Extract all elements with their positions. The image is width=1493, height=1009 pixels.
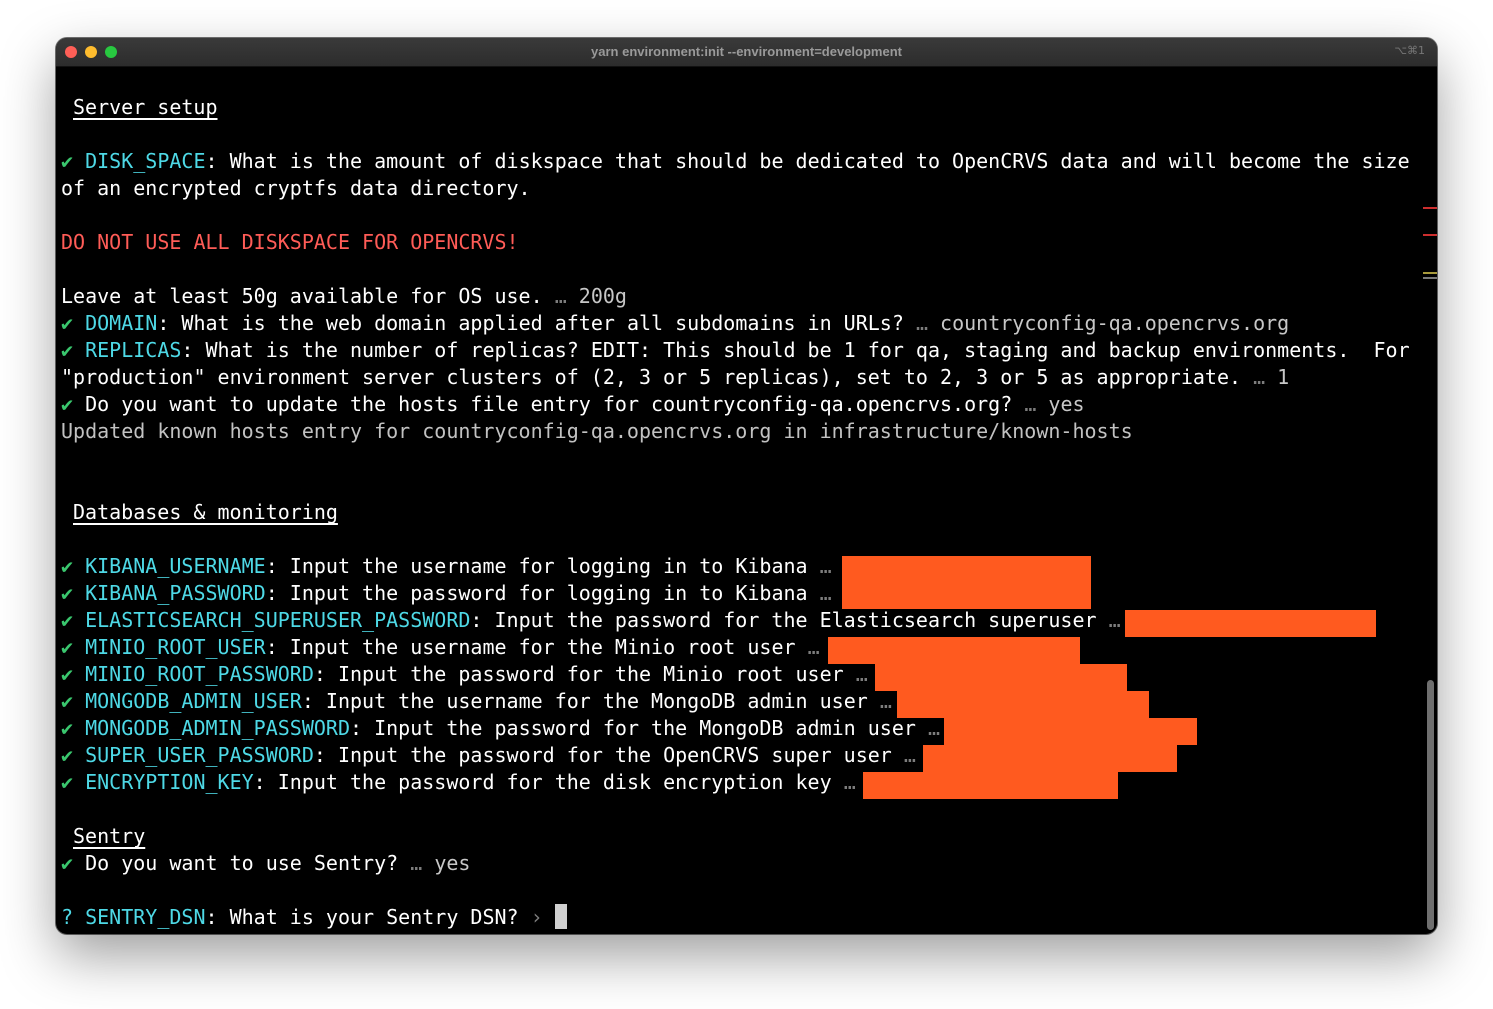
redacted-value	[863, 772, 1118, 799]
prompt-line-hosts: ✔ Do you want to update the hosts file e…	[61, 392, 1085, 416]
prompt-line-super-user-password: ✔ SUPER_USER_PASSWORD: Input the passwor…	[61, 743, 916, 767]
prompt-line-disk-space: ✔ DISK_SPACE: What is the amount of disk…	[61, 149, 1410, 173]
redacted-value	[923, 745, 1177, 772]
ellipsis: …	[1024, 392, 1037, 416]
hosts-answer: yes	[1048, 392, 1085, 416]
sentry-answer: yes	[434, 851, 471, 875]
section-heading-sentry: Sentry	[73, 824, 146, 848]
hosts-updated-message: Updated known hosts entry for countrycon…	[61, 419, 1133, 443]
ellipsis: …	[1108, 608, 1121, 632]
scroll-marker	[1423, 272, 1437, 274]
prompt-line-kibana-password: ✔ KIBANA_PASSWORD: Input the password fo…	[61, 581, 832, 605]
window-shortcut: ⌥⌘1	[1394, 44, 1425, 57]
check-icon: ✔	[61, 581, 74, 605]
redacted-value	[897, 691, 1149, 718]
scroll-marker	[1423, 234, 1437, 236]
scroll-marker	[1423, 207, 1437, 209]
text-cursor[interactable]	[554, 904, 567, 929]
check-icon: ✔	[61, 392, 74, 416]
prompt-line-replicas: ✔ REPLICAS: What is the number of replic…	[61, 338, 1410, 362]
prompt-line-mongodb-admin-user: ✔ MONGODB_ADMIN_USER: Input the username…	[61, 689, 892, 713]
check-icon: ✔	[61, 851, 74, 875]
check-icon: ✔	[61, 338, 74, 362]
prompt-line-mongodb-admin-password: ✔ MONGODB_ADMIN_PASSWORD: Input the pass…	[61, 716, 941, 740]
redacted-value	[1125, 610, 1376, 637]
check-icon: ✔	[61, 716, 74, 740]
ellipsis: …	[554, 284, 567, 308]
window-title: yarn environment:init --environment=deve…	[591, 44, 902, 59]
prompt-line-minio-root-password: ✔ MINIO_ROOT_PASSWORD: Input the passwor…	[61, 662, 868, 686]
scroll-marker	[1423, 277, 1437, 279]
check-icon: ✔	[61, 149, 74, 173]
check-icon: ✔	[61, 770, 74, 794]
check-icon: ✔	[61, 608, 74, 632]
redacted-value	[875, 664, 1127, 691]
ellipsis: …	[915, 311, 928, 335]
prompt-line-encryption-key: ✔ ENCRYPTION_KEY: Input the password for…	[61, 770, 856, 794]
ellipsis: …	[879, 689, 892, 713]
ellipsis: …	[843, 770, 856, 794]
domain-answer: countryconfig-qa.opencrvs.org	[940, 311, 1290, 335]
ellipsis: …	[819, 581, 832, 605]
check-icon: ✔	[61, 311, 74, 335]
check-icon: ✔	[61, 662, 74, 686]
prompt-line-sentry: ✔ Do you want to use Sentry? … yes	[61, 851, 471, 875]
replicas-answer: 1	[1277, 365, 1290, 389]
prompt-line-domain: ✔ DOMAIN: What is the web domain applied…	[61, 311, 1290, 335]
terminal-output[interactable]: Server setup ✔ DISK_SPACE: What is the a…	[61, 94, 1410, 931]
ellipsis: …	[819, 554, 832, 578]
section-heading-databases: Databases & monitoring	[73, 500, 338, 524]
ellipsis: …	[927, 716, 941, 740]
prompt-arrow-icon: ›	[530, 905, 543, 929]
redacted-value	[842, 556, 1091, 609]
check-icon: ✔	[61, 743, 74, 767]
redacted-value	[944, 718, 1197, 745]
ellipsis: …	[855, 662, 868, 686]
question-icon: ?	[61, 905, 74, 929]
prompt-line-sentry-dsn[interactable]: ? SENTRY_DSN: What is your Sentry DSN? ›	[61, 904, 1410, 931]
ellipsis: …	[903, 743, 916, 767]
check-icon: ✔	[61, 554, 74, 578]
prompt-line-kibana-username: ✔ KIBANA_USERNAME: Input the username fo…	[61, 554, 832, 578]
ellipsis: …	[807, 635, 820, 659]
check-icon: ✔	[61, 635, 74, 659]
title-bar: yarn environment:init --environment=deve…	[56, 38, 1437, 67]
terminal-window: yarn environment:init --environment=deve…	[56, 38, 1437, 934]
prompt-line-minio-root-user: ✔ MINIO_ROOT_USER: Input the username fo…	[61, 635, 820, 659]
scrollbar-thumb[interactable]	[1427, 680, 1434, 930]
redacted-value	[828, 637, 1080, 664]
disk-space-answer: 200g	[578, 284, 627, 308]
ellipsis: …	[1253, 365, 1266, 389]
section-heading-server-setup: Server setup	[73, 95, 218, 119]
ellipsis: …	[410, 851, 423, 875]
disk-space-warning: DO NOT USE ALL DISKSPACE FOR OPENCRVS!	[61, 230, 519, 254]
database-prompts: ✔ KIBANA_USERNAME: Input the username fo…	[61, 553, 1410, 796]
check-icon: ✔	[61, 689, 74, 713]
